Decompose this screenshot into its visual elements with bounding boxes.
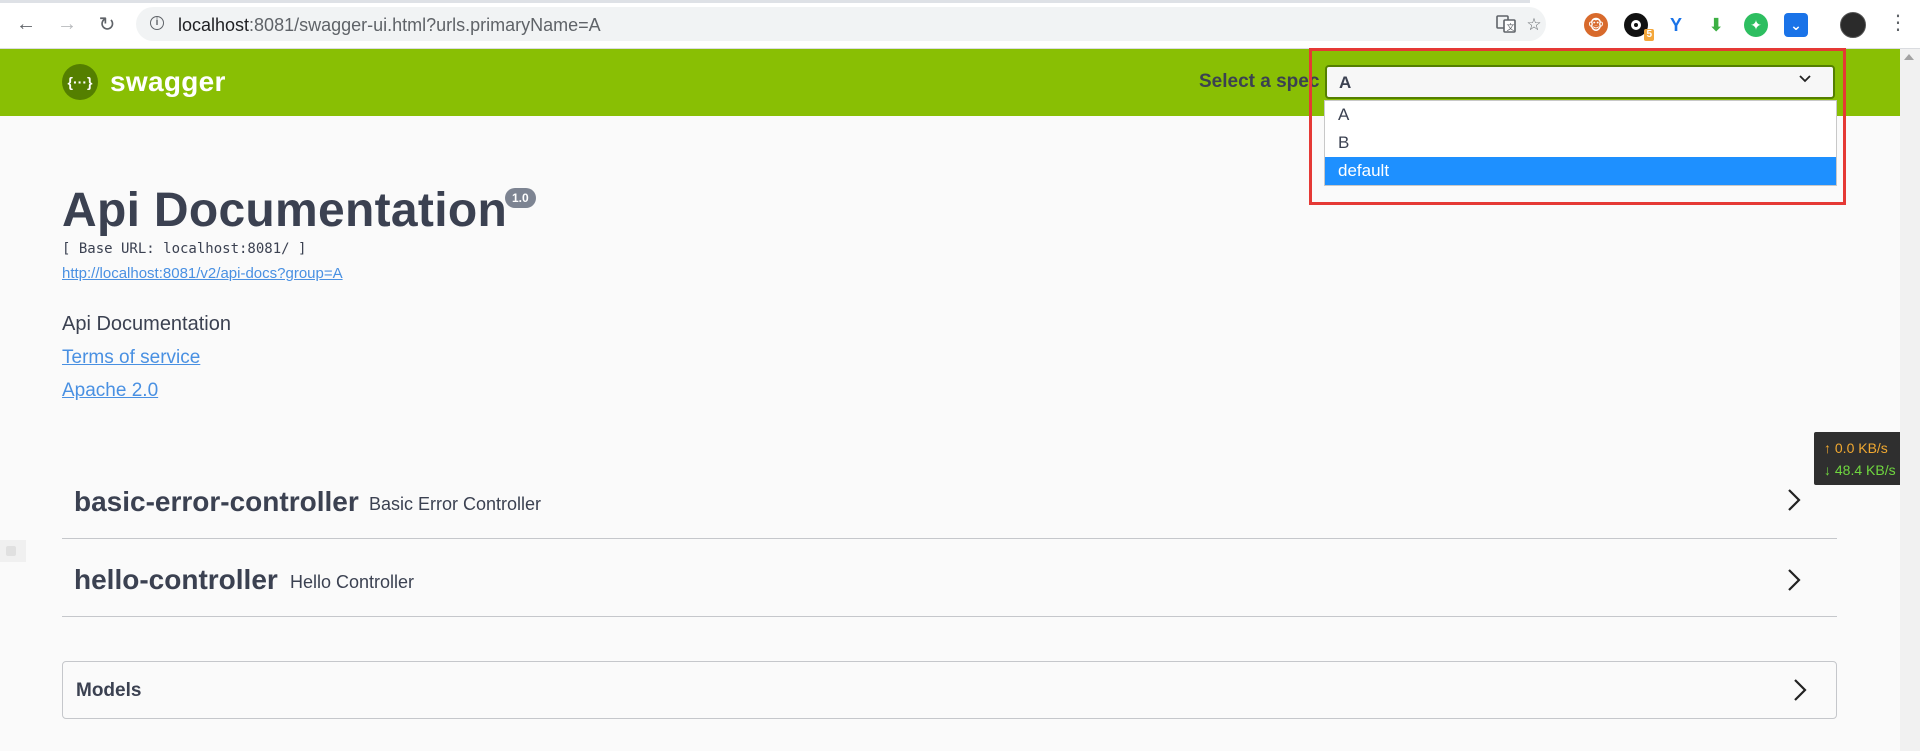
tag-description: Basic Error Controller [369, 494, 542, 514]
reload-icon[interactable]: ↻ [95, 12, 119, 36]
spec-select-value: A [1339, 73, 1352, 92]
chevron-right-icon [1788, 489, 1801, 511]
swagger-logo-text: swagger [110, 66, 226, 97]
terms-of-service-link[interactable]: Terms of service [62, 347, 200, 369]
url-text[interactable]: localhost:8081/swagger-ui.html?urls.prim… [178, 15, 601, 36]
tag-name: hello-controller [74, 564, 278, 595]
browser-toolbar: ← → ↻ i localhost:8081/swagger-ui.html?u… [0, 0, 1920, 49]
swagger-logo[interactable]: {···} swagger [62, 64, 226, 100]
tag-hello-controller[interactable]: hello-controller Hello Controller [62, 538, 1837, 617]
url-host: localhost [178, 15, 250, 35]
select-spec-label: Select a spec [1199, 71, 1320, 92]
api-description: Api Documentation [62, 313, 231, 335]
spec-option-b[interactable]: B [1325, 129, 1836, 157]
url-path: :8081/swagger-ui.html?urls.primaryName=A [249, 15, 601, 35]
back-icon[interactable]: ← [14, 12, 38, 36]
base-url-text: [ Base URL: localhost:8081/ ] [62, 241, 307, 257]
extension-evernote-icon[interactable]: ✦ [1744, 13, 1768, 37]
page-title: Api Documentation [62, 184, 508, 237]
chevron-right-icon [1788, 569, 1801, 591]
models-label: Models [76, 680, 142, 701]
extension-badge: 5 [1644, 29, 1654, 41]
profile-avatar-icon[interactable] [1840, 12, 1866, 38]
models-section[interactable]: Models [62, 661, 1837, 719]
bookmark-star-icon[interactable]: ☆ [1522, 15, 1546, 34]
version-badge: 1.0 [505, 188, 536, 208]
forward-icon[interactable]: → [55, 12, 79, 36]
tag-name: basic-error-controller [74, 486, 359, 517]
tag-description: Hello Controller [290, 572, 415, 592]
swagger-logo-icon: {···} [62, 64, 98, 100]
browser-menu-icon[interactable]: ⋮ [1888, 11, 1908, 35]
chevron-right-icon [1794, 679, 1807, 701]
extension-save-icon[interactable]: ⌄ [1784, 13, 1808, 37]
license-link[interactable]: Apache 2.0 [62, 380, 158, 402]
spec-option-default[interactable]: default [1325, 157, 1836, 185]
spec-select[interactable]: A [1325, 65, 1835, 99]
extension-circle-icon[interactable]: 5 [1624, 13, 1654, 41]
tab-strip-edge [0, 0, 1530, 3]
chevron-down-icon [1799, 75, 1811, 83]
site-info-icon[interactable]: i [150, 16, 164, 30]
tag-basic-error-controller[interactable]: basic-error-controller Basic Error Contr… [62, 460, 1837, 539]
svg-text:文: 文 [1507, 22, 1515, 32]
translate-icon[interactable]: 文 [1494, 15, 1518, 33]
spec-option-a[interactable]: A [1325, 101, 1836, 129]
address-bar[interactable]: i localhost:8081/swagger-ui.html?urls.pr… [136, 7, 1546, 41]
scrollbar[interactable] [1900, 49, 1920, 751]
side-handle[interactable] [0, 540, 26, 562]
extension-monkey-icon[interactable]: 🐵 [1584, 13, 1608, 37]
scroll-up-icon[interactable] [1904, 54, 1914, 60]
api-docs-link[interactable]: http://localhost:8081/v2/api-docs?group=… [62, 265, 343, 282]
extension-y-icon[interactable]: Y [1664, 13, 1688, 37]
spec-dropdown-list: A B default [1324, 100, 1837, 186]
extension-download-icon[interactable]: ⬇ [1704, 13, 1728, 37]
